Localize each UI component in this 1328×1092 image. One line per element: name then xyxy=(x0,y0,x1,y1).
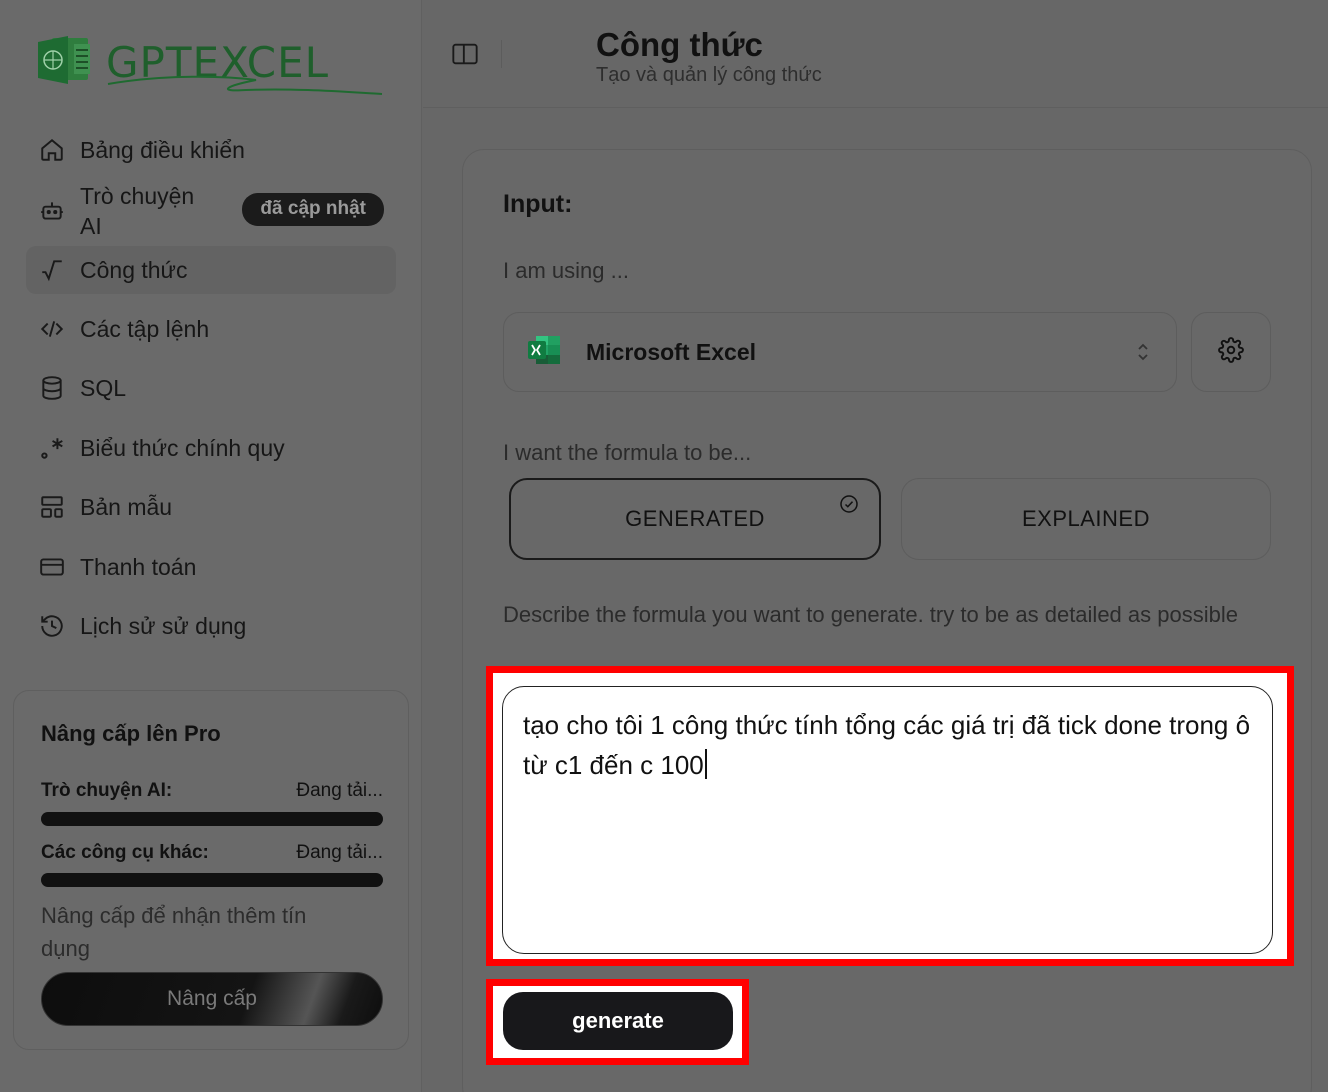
sidebar-item-label: SQL xyxy=(80,375,127,401)
chevron-up-down-icon xyxy=(1136,341,1150,368)
microsoft-excel-icon xyxy=(526,334,562,371)
check-circle-icon xyxy=(839,494,859,520)
sidebar-item-templates[interactable]: Bản mẫu xyxy=(26,483,396,531)
sidebar-item-billing[interactable]: Thanh toán xyxy=(26,543,396,591)
ai-chat-usage-bar xyxy=(41,812,383,826)
input-title: Input: xyxy=(503,190,573,218)
sidebar: GPTEXCEL Bảng điều khiển Trò chuyện AI đ… xyxy=(0,0,422,1092)
mode-label: I want the formula to be... xyxy=(503,440,752,465)
formula-description-textarea[interactable]: tạo cho tôi 1 công thức tính tổng các gi… xyxy=(502,686,1273,954)
page-subtitle: Tạo và quản lý công thức xyxy=(596,64,822,86)
sidebar-item-label: Trò chuyện AI xyxy=(80,183,195,239)
sidebar-item-label: Bảng điều khiển xyxy=(80,137,245,163)
sidebar-item-label: Các tập lệnh xyxy=(80,316,210,342)
sidebar-item-scripts[interactable]: Các tập lệnh xyxy=(26,305,396,353)
ai-chat-usage-status: Đang tải... xyxy=(296,780,383,801)
mode-explained-label: EXPLAINED xyxy=(1022,506,1150,531)
template-icon xyxy=(38,493,66,521)
sidebar-item-dashboard[interactable]: Bảng điều khiển xyxy=(26,126,396,174)
other-tools-usage-bar xyxy=(41,873,383,887)
selected-app-value: Microsoft Excel xyxy=(586,338,756,365)
sidebar-item-sql[interactable]: SQL xyxy=(26,364,396,412)
sidebar-item-label: Thanh toán xyxy=(80,554,197,580)
header-divider xyxy=(501,40,502,68)
logo-swoosh-icon xyxy=(107,75,383,95)
excel-logo-icon xyxy=(38,36,90,84)
other-tools-usage-status: Đang tải... xyxy=(296,842,383,863)
sqrt-icon xyxy=(38,256,66,284)
brand-logo[interactable]: GPTEXCEL xyxy=(38,30,388,100)
sidebar-item-formulas[interactable]: Công thức xyxy=(26,246,396,294)
mode-explained-button[interactable]: EXPLAINED xyxy=(901,478,1271,560)
app-select[interactable]: Microsoft Excel xyxy=(503,312,1177,392)
database-icon xyxy=(38,374,66,402)
describe-label: Describe the formula you want to generat… xyxy=(503,602,1238,627)
upgrade-title: Nâng cấp lên Pro xyxy=(41,721,221,746)
regex-icon xyxy=(38,434,66,462)
other-tools-usage-row: Các công cụ khác: Đang tải... xyxy=(41,842,383,864)
sidebar-item-regex[interactable]: Biểu thức chính quy xyxy=(26,424,396,472)
upgrade-card: Nâng cấp lên Pro Trò chuyện AI: Đang tải… xyxy=(13,690,409,1050)
sidebar-item-ai-chat[interactable]: Trò chuyện AI đã cập nhật xyxy=(26,178,396,244)
sidebar-item-label: Công thức xyxy=(80,257,188,283)
app-select-label: I am using ... xyxy=(503,258,629,283)
upgrade-description: Nâng cấp để nhận thêm tín dụng xyxy=(41,903,307,961)
code-icon xyxy=(38,315,66,343)
gear-icon xyxy=(1218,336,1244,368)
settings-button[interactable] xyxy=(1191,312,1271,392)
history-icon xyxy=(38,612,66,640)
ai-chat-usage-row: Trò chuyện AI: Đang tải... xyxy=(41,780,383,802)
page-title: Công thức xyxy=(596,26,763,63)
generate-button[interactable]: generate xyxy=(503,992,733,1050)
sidebar-item-usage-history[interactable]: Lịch sử sử dụng xyxy=(26,602,396,650)
sidebar-toggle-icon[interactable] xyxy=(451,40,479,68)
other-tools-usage-label: Các công cụ khác: xyxy=(41,842,209,863)
upgrade-button[interactable]: Nâng cấp xyxy=(41,972,383,1026)
mode-generated-button[interactable]: GENERATED xyxy=(509,478,881,560)
robot-icon xyxy=(38,197,66,225)
sidebar-item-label: Bản mẫu xyxy=(80,494,173,520)
credit-card-icon xyxy=(38,553,66,581)
home-icon xyxy=(38,136,66,164)
updated-badge: đã cập nhật xyxy=(242,193,384,226)
sidebar-item-label: Biểu thức chính quy xyxy=(80,435,285,461)
sidebar-item-label: Lịch sử sử dụng xyxy=(80,613,247,639)
mode-generated-label: GENERATED xyxy=(625,506,765,531)
textarea-value: tạo cho tôi 1 công thức tính tổng các gi… xyxy=(523,710,1251,780)
text-caret xyxy=(704,749,707,779)
ai-chat-usage-label: Trò chuyện AI: xyxy=(41,780,173,801)
page-header: Công thức Tạo và quản lý công thức xyxy=(423,0,1328,108)
